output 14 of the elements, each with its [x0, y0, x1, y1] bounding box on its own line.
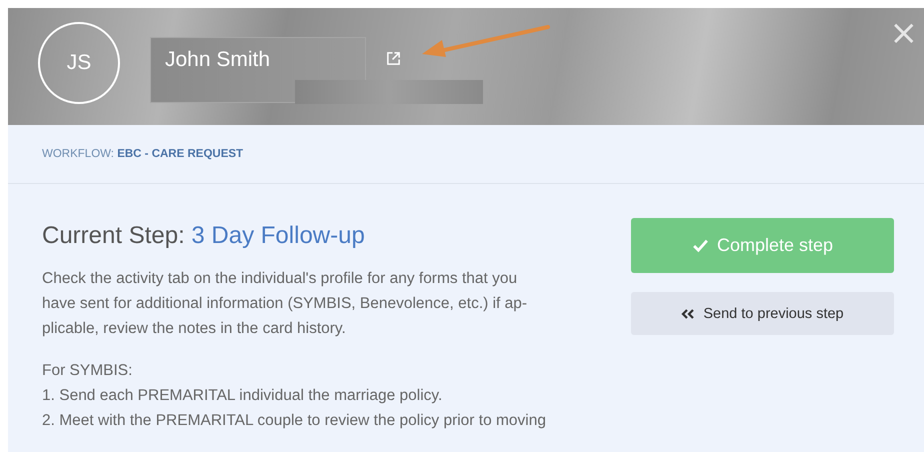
close-button[interactable]: ×: [886, 16, 922, 50]
instruction-line: 1. Send each PREMARITAL individual the marriage policy.: [42, 386, 444, 406]
checkmark-icon: [692, 237, 709, 254]
current-step-title: Current Step: 3 Day Follow-up: [42, 222, 366, 250]
person-name: John Smith: [165, 48, 270, 72]
complete-step-button[interactable]: Complete step: [631, 218, 894, 273]
double-chevron-left-icon: [681, 308, 696, 320]
previous-step-button[interactable]: Send to previous step: [631, 292, 894, 335]
instruction-line: For SYMBIS:: [42, 361, 134, 381]
step-description: Check the activity tab on the individual's profile for any forms that you have sent for additional information (SYMBIS, Benevolence, etc.) if ap- plicable, review the notes in the card history.: [42, 269, 528, 339]
avatar: JS: [38, 22, 120, 104]
workflow-label: WORKFLOW: EBC - CARE REQUEST: [42, 148, 244, 160]
instruction-line: 2. Meet with the PREMARITAL couple to review the policy prior to moving: [42, 411, 547, 431]
external-link-icon[interactable]: [386, 51, 401, 66]
